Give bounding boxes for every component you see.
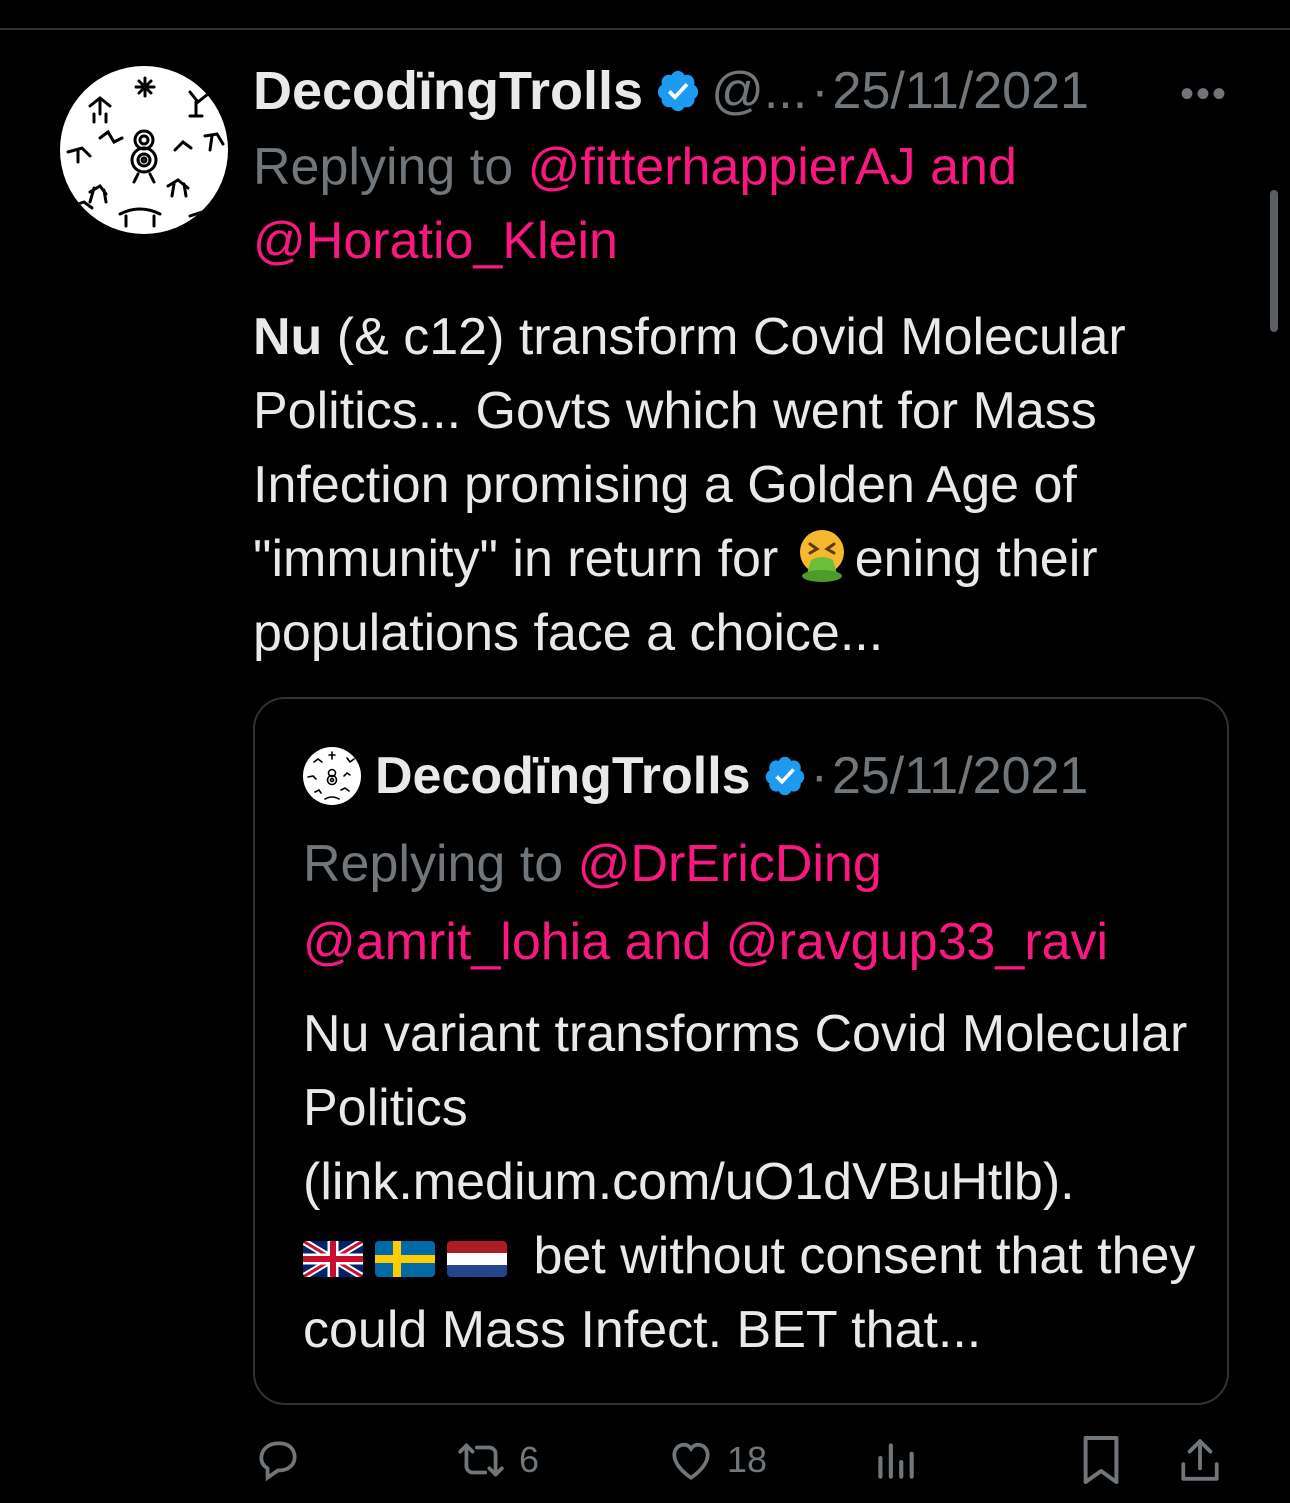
author-name[interactable]: DecodïngTrolls (253, 60, 643, 122)
bookmark-icon (1083, 1436, 1119, 1484)
quoted-tweet-card[interactable]: DecodïngTrolls · 25/11/2021 Replying to … (253, 697, 1229, 1405)
share-icon (1181, 1439, 1219, 1481)
quoted-tweet-header: DecodïngTrolls · 25/11/2021 (303, 743, 1088, 809)
quoted-replying-to: Replying to @DrEricDing @amrit_lohia and … (303, 825, 1203, 981)
tweet-actions: 6 18 (253, 1430, 1243, 1490)
share-button[interactable] (1177, 1430, 1223, 1490)
author-handle[interactable]: @... (711, 61, 807, 121)
scrollbar[interactable] (1270, 190, 1278, 332)
uk-flag-icon (303, 1241, 363, 1277)
quoted-header-separator: · (810, 747, 828, 805)
netherlands-flag-icon (447, 1241, 507, 1277)
author-avatar[interactable] (60, 66, 228, 234)
quoted-mention-amrit-lohia[interactable]: @amrit_lohia (303, 913, 610, 971)
tweet-text: Nu (& c12) transform Covid Molecular Pol… (253, 300, 1243, 670)
reply-and[interactable]: and (916, 138, 1017, 196)
quoted-replying-prefix: Replying to (303, 835, 578, 893)
quoted-tweet-date[interactable]: 25/11/2021 (832, 746, 1088, 806)
tweet-text-bold: Nu (253, 308, 323, 366)
views-icon (878, 1443, 914, 1479)
quoted-text-part1: Nu variant transforms Covid Molecular Po… (303, 1005, 1188, 1211)
sweden-flag-icon (375, 1241, 435, 1277)
tweet-date[interactable]: 25/11/2021 (833, 61, 1089, 121)
quoted-avatar-petroglyph-image (307, 751, 355, 800)
views-button[interactable] (873, 1430, 917, 1490)
retweet-icon (458, 1443, 504, 1477)
retweet-button[interactable]: 6 (453, 1430, 539, 1490)
reply-mention-fitterhappierAJ[interactable]: @fitterhappierAJ (528, 138, 916, 196)
like-button[interactable]: 18 (665, 1430, 767, 1490)
retweet-count: 6 (519, 1439, 540, 1480)
reply-mention-horatio-klein[interactable]: @Horatio_Klein (253, 212, 618, 270)
quoted-mention-and[interactable]: and (610, 913, 726, 971)
top-divider (0, 28, 1290, 30)
quoted-verified-badge-icon[interactable] (763, 754, 807, 798)
reply-button[interactable] (253, 1430, 303, 1490)
more-options-icon[interactable]: ••• (1180, 72, 1228, 117)
quoted-author-name[interactable]: DecodïngTrolls (375, 746, 751, 806)
reply-icon (259, 1441, 297, 1482)
quoted-author-avatar (303, 747, 361, 805)
quoted-text-part2: bet without consent that they could Mass… (303, 1227, 1196, 1359)
replying-prefix: Replying to (253, 138, 528, 196)
like-icon (672, 1442, 710, 1480)
replying-to: Replying to @fitterhappierAJ and @Horatio… (253, 130, 1213, 278)
avatar-petroglyph-image (66, 76, 225, 228)
header-separator: · (811, 62, 829, 120)
quoted-mention-drericding[interactable]: @DrEricDing (578, 835, 882, 893)
like-count: 18 (727, 1439, 768, 1480)
bookmark-button[interactable] (1079, 1430, 1123, 1490)
verified-badge-icon[interactable] (655, 68, 701, 114)
quoted-mention-ravgup33-ravi[interactable]: @ravgup33_ravi (726, 913, 1108, 971)
quoted-tweet-text: Nu variant transforms Covid Molecular Po… (303, 997, 1203, 1367)
nauseated-face-emoji-icon (799, 530, 844, 582)
tweet-header: DecodïngTrolls @... · 25/11/2021 (253, 56, 1233, 126)
